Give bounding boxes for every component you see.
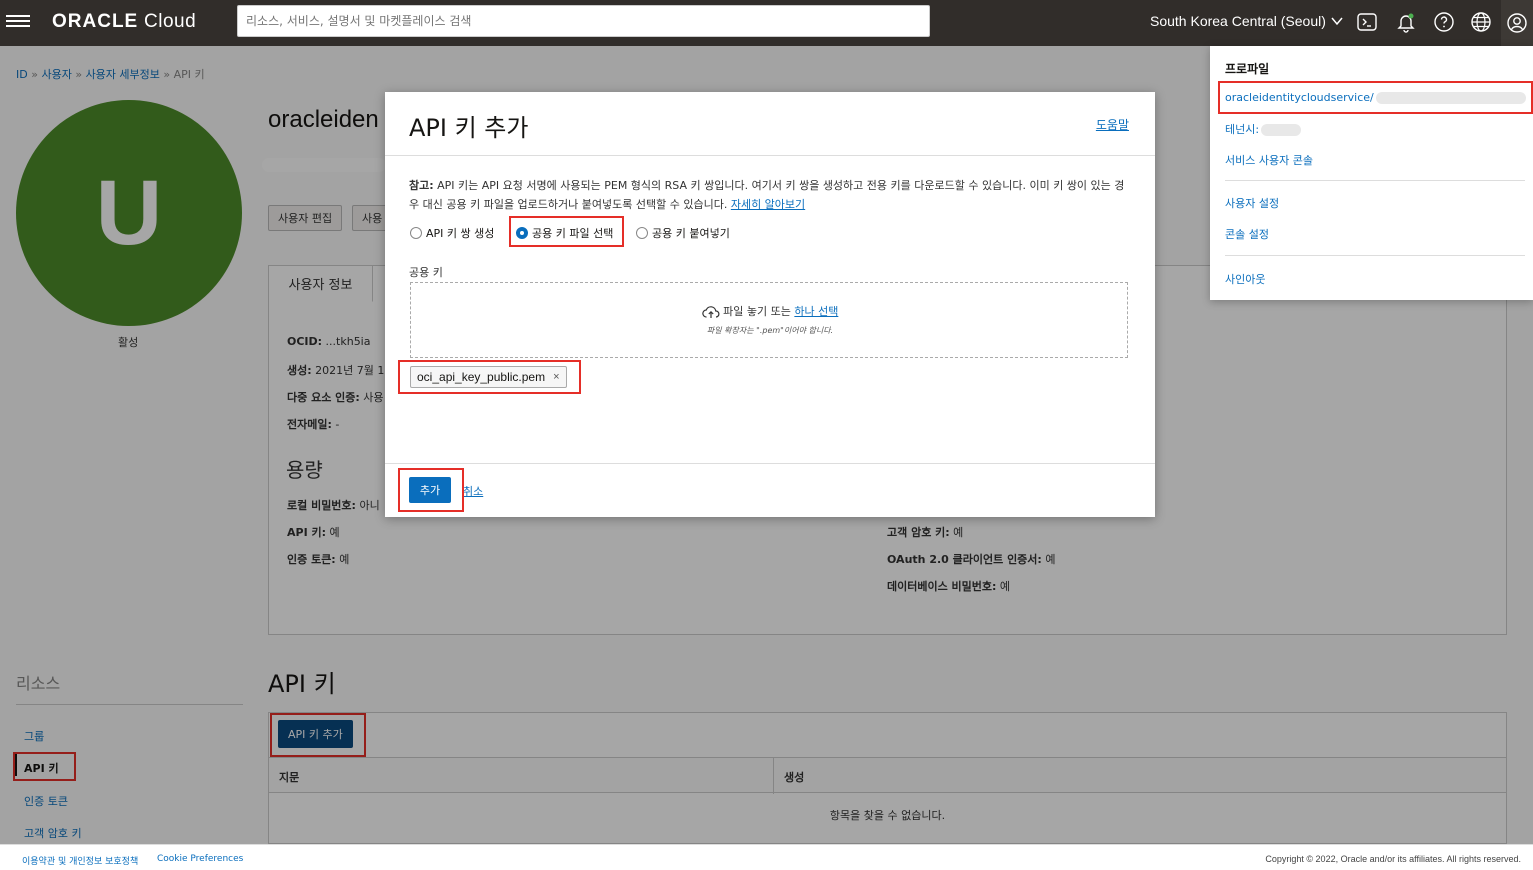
user-settings-link[interactable]: 사용자 설정 bbox=[1225, 195, 1279, 211]
notification-bell-icon[interactable] bbox=[1395, 11, 1417, 33]
menu-divider bbox=[1225, 255, 1525, 256]
highlight-box bbox=[398, 468, 464, 512]
dialog-title: API 키 추가 bbox=[409, 114, 529, 142]
sign-out-link[interactable]: 사인아웃 bbox=[1225, 271, 1265, 287]
redacted-mark bbox=[1261, 124, 1302, 136]
file-dropzone[interactable]: 파일 놓기 또는 하나 선택 파일 확장자는 ".pem"이어야 합니다. bbox=[410, 282, 1128, 358]
dropzone-text: 파일 놓기 또는 하나 선택 bbox=[411, 303, 1129, 319]
profile-dropdown: 프로파일 oracleidentitycloudservice/ 테넌시: 서비… bbox=[1210, 46, 1533, 300]
region-label: South Korea Central (Seoul) bbox=[1150, 13, 1326, 29]
service-user-console-link[interactable]: 서비스 사용자 콘솔 bbox=[1225, 152, 1313, 168]
radio-generate-key-pair[interactable]: API 키 쌍 생성 bbox=[410, 225, 494, 241]
cancel-link[interactable]: 취소 bbox=[463, 483, 483, 499]
help-link[interactable]: 도움말 bbox=[1096, 116, 1129, 133]
learn-more-link[interactable]: 자세히 알아보기 bbox=[731, 198, 805, 211]
dialog-divider bbox=[385, 155, 1155, 156]
menu-divider bbox=[1225, 180, 1525, 181]
dialog-note: 참고: API 키는 API 요청 서명에 사용되는 PEM 형식의 RSA 키… bbox=[409, 179, 1125, 211]
tenancy-link[interactable]: 테넌시: bbox=[1225, 121, 1302, 137]
dropzone-hint: 파일 확장자는 ".pem"이어야 합니다. bbox=[706, 326, 834, 335]
menu-icon[interactable] bbox=[6, 12, 30, 32]
language-globe-icon[interactable] bbox=[1470, 11, 1492, 33]
search-input[interactable] bbox=[237, 5, 930, 37]
radio-icon bbox=[636, 227, 648, 239]
cookie-preferences-link[interactable]: Cookie Preferences bbox=[157, 854, 243, 864]
footer: 이용약관 및 개인정보 보호정책 Cookie Preferences Copy… bbox=[0, 844, 1533, 870]
profile-title: 프로파일 bbox=[1225, 62, 1270, 76]
cloud-upload-icon bbox=[701, 306, 720, 318]
highlight-box bbox=[398, 360, 581, 394]
add-api-key-dialog: API 키 추가 도움말 참고: API 키는 API 요청 서명에 사용되는 … bbox=[385, 92, 1155, 517]
public-key-label: 공용 키 bbox=[409, 266, 443, 279]
profile-button[interactable] bbox=[1501, 0, 1533, 46]
select-file-link[interactable]: 하나 선택 bbox=[794, 305, 838, 318]
dialog-footer: 추가 취소 bbox=[385, 463, 1155, 517]
console-settings-link[interactable]: 콘솔 설정 bbox=[1225, 226, 1269, 242]
region-selector[interactable]: South Korea Central (Seoul) bbox=[1150, 13, 1344, 29]
radio-paste-public-key[interactable]: 공용 키 붙여넣기 bbox=[636, 225, 730, 241]
copyright: Copyright © 2022, Oracle and/or its affi… bbox=[1265, 854, 1521, 864]
help-icon[interactable] bbox=[1433, 11, 1455, 33]
terms-link[interactable]: 이용약관 및 개인정보 보호정책 bbox=[22, 854, 138, 867]
top-bar: ORACLE Cloud South Korea Central (Seoul) bbox=[0, 0, 1533, 46]
highlight-box bbox=[509, 216, 624, 247]
oracle-cloud-logo[interactable]: ORACLE Cloud bbox=[52, 11, 196, 33]
cloud-shell-icon[interactable] bbox=[1356, 11, 1378, 33]
user-profile-icon bbox=[1507, 13, 1527, 33]
chevron-down-icon bbox=[1331, 17, 1343, 26]
highlight-box bbox=[1218, 81, 1533, 114]
radio-icon bbox=[410, 227, 422, 239]
